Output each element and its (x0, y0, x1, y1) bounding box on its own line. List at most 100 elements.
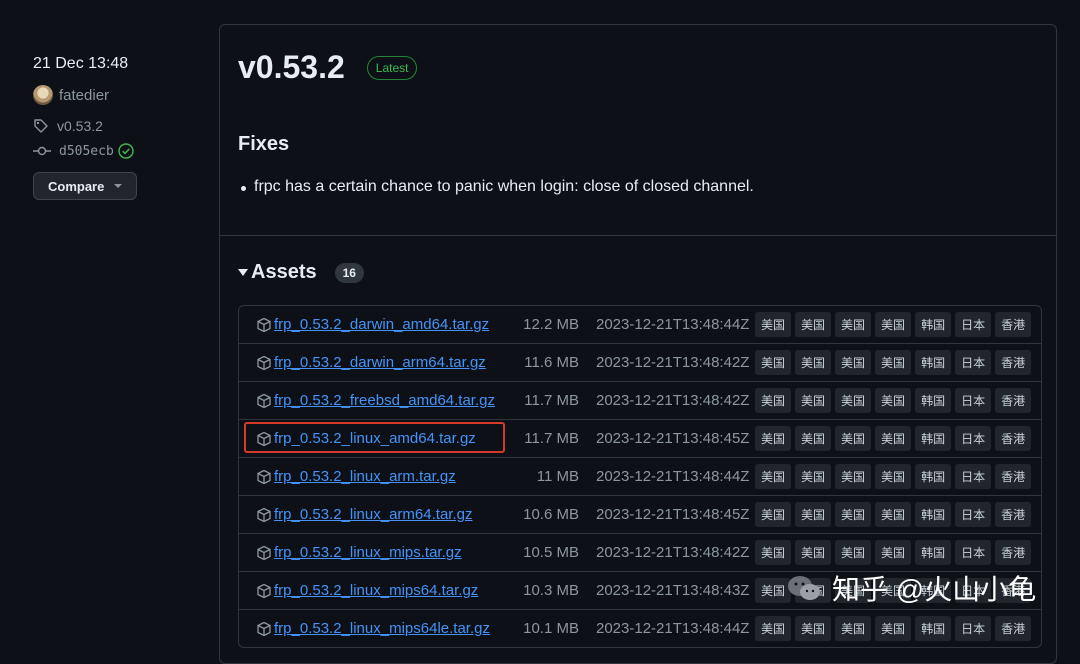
mirror-button[interactable]: 日本 (955, 502, 992, 527)
mirror-button[interactable]: 日本 (955, 312, 992, 337)
mirror-button[interactable]: 日本 (955, 388, 992, 413)
mirror-button[interactable]: 美国 (795, 464, 832, 489)
verified-check-icon (118, 143, 134, 159)
mirror-button[interactable]: 美国 (795, 312, 832, 337)
mirror-button[interactable]: 美国 (835, 540, 872, 565)
mirror-button[interactable]: 美国 (875, 464, 912, 489)
watermark-text: 知乎 @火山小龟 (832, 574, 1037, 605)
asset-row: frp_0.53.2_freebsd_amd64.tar.gz 11.7 MB 20… (239, 382, 1041, 420)
mirror-button[interactable]: 美国 (835, 502, 872, 527)
commit-sha[interactable]: d505ecb (59, 144, 114, 159)
watermark: 知乎 @火山小龟 (786, 568, 1036, 608)
mirror-button[interactable]: 美国 (755, 388, 792, 413)
package-icon (257, 469, 271, 485)
mirror-button[interactable]: 韩国 (915, 464, 952, 489)
asset-timestamp: 2023-12-21T13:48:43Z (596, 582, 750, 599)
mirror-button[interactable]: 韩国 (915, 616, 952, 641)
assets-toggle[interactable]: Assets 16 (238, 261, 364, 284)
mirror-button[interactable]: 美国 (755, 426, 792, 451)
mirror-button[interactable]: 韩国 (915, 388, 952, 413)
mirror-button[interactable]: 美国 (835, 426, 872, 451)
mirror-button[interactable]: 韩国 (915, 312, 952, 337)
mirror-button[interactable]: 美国 (875, 350, 912, 375)
mirror-button[interactable]: 韩国 (915, 426, 952, 451)
asset-row: frp_0.53.2_linux_arm64.tar.gz 10.6 MB 2023… (239, 496, 1041, 534)
disclosure-triangle-icon (238, 269, 248, 276)
compare-button[interactable]: Compare (33, 172, 137, 200)
asset-size: 10.6 MB (523, 506, 579, 523)
mirror-button[interactable]: 美国 (875, 388, 912, 413)
asset-row: frp_0.53.2_linux_mips.tar.gz 10.5 MB 2023-… (239, 534, 1041, 572)
mirror-button[interactable]: 香港 (995, 426, 1032, 451)
mirror-button[interactable]: 香港 (995, 502, 1032, 527)
mirror-button[interactable]: 日本 (955, 426, 992, 451)
mirror-button[interactable]: 美国 (875, 616, 912, 641)
asset-link[interactable]: frp_0.53.2_darwin_arm64.tar.gz (274, 354, 486, 371)
mirror-button[interactable]: 香港 (995, 464, 1032, 489)
asset-size: 10.1 MB (523, 620, 579, 637)
mirror-button[interactable]: 日本 (955, 464, 992, 489)
mirror-button[interactable]: 美国 (795, 388, 832, 413)
mirror-button[interactable]: 香港 (995, 540, 1032, 565)
asset-link[interactable]: frp_0.53.2_linux_mips64.tar.gz (274, 582, 478, 599)
release-date: 21 Dec 13:48 (33, 55, 129, 72)
package-icon (257, 393, 271, 409)
asset-link[interactable]: frp_0.53.2_linux_mips64le.tar.gz (274, 620, 490, 637)
mirror-button[interactable]: 美国 (875, 426, 912, 451)
mirror-button[interactable]: 香港 (995, 616, 1032, 641)
asset-timestamp: 2023-12-21T13:48:45Z (596, 430, 750, 447)
asset-link[interactable]: frp_0.53.2_darwin_amd64.tar.gz (274, 316, 489, 333)
asset-link[interactable]: frp_0.53.2_freebsd_amd64.tar.gz (274, 392, 495, 409)
asset-link[interactable]: frp_0.53.2_linux_mips.tar.gz (274, 544, 462, 561)
mirror-button[interactable]: 美国 (875, 312, 912, 337)
mirror-button[interactable]: 美国 (795, 540, 832, 565)
mirror-button[interactable]: 韩国 (915, 350, 952, 375)
package-icon (257, 583, 271, 599)
assets-heading: Assets (251, 261, 317, 283)
mirror-button[interactable]: 香港 (995, 388, 1032, 413)
author-link[interactable]: fatedier (33, 84, 203, 106)
mirror-button[interactable]: 美国 (795, 616, 832, 641)
avatar (33, 85, 53, 105)
tag-icon (34, 119, 48, 133)
mirror-buttons: 美国美国美国美国韩国日本香港 (755, 616, 1032, 641)
mirror-button[interactable]: 韩国 (915, 502, 952, 527)
author-name[interactable]: fatedier (59, 87, 109, 104)
mirror-button[interactable]: 美国 (835, 616, 872, 641)
mirror-button[interactable]: 香港 (995, 312, 1032, 337)
tag-label[interactable]: v0.53.2 (57, 118, 103, 134)
mirror-button[interactable]: 美国 (875, 540, 912, 565)
mirror-button[interactable]: 美国 (795, 502, 832, 527)
mirror-button[interactable]: 美国 (755, 502, 792, 527)
mirror-button[interactable]: 美国 (755, 350, 792, 375)
asset-timestamp: 2023-12-21T13:48:44Z (596, 620, 750, 637)
asset-timestamp: 2023-12-21T13:48:42Z (596, 544, 750, 561)
mirror-button[interactable]: 美国 (795, 426, 832, 451)
mirror-button[interactable]: 美国 (755, 540, 792, 565)
assets-count-badge: 16 (334, 262, 364, 283)
mirror-button[interactable]: 美国 (755, 464, 792, 489)
mirror-button[interactable]: 美国 (835, 388, 872, 413)
asset-size: 11.6 MB (524, 354, 579, 371)
mirror-button[interactable]: 美国 (795, 350, 832, 375)
tag-link[interactable]: v0.53.2 (33, 116, 203, 136)
mirror-button[interactable]: 美国 (755, 616, 792, 641)
mirror-button[interactable]: 韩国 (915, 540, 952, 565)
asset-link[interactable]: frp_0.53.2_linux_arm.tar.gz (274, 468, 456, 485)
mirror-button[interactable]: 美国 (875, 502, 912, 527)
mirror-button[interactable]: 美国 (835, 312, 872, 337)
package-icon (257, 545, 271, 561)
mirror-button[interactable]: 美国 (835, 350, 872, 375)
asset-timestamp: 2023-12-21T13:48:44Z (596, 316, 750, 333)
mirror-button[interactable]: 美国 (835, 464, 872, 489)
mirror-button[interactable]: 香港 (995, 350, 1032, 375)
mirror-button[interactable]: 日本 (955, 540, 992, 565)
release-title[interactable]: v0.53.2 (238, 49, 345, 86)
commit-link[interactable]: d505ecb (33, 140, 203, 162)
fixes-heading: Fixes (238, 133, 290, 155)
release-sidebar: 21 Dec 13:48 fatedier v0.53.2 d505ecb Co… (33, 52, 203, 200)
mirror-button[interactable]: 美国 (755, 312, 792, 337)
asset-link[interactable]: frp_0.53.2_linux_arm64.tar.gz (274, 506, 472, 523)
mirror-button[interactable]: 日本 (955, 616, 992, 641)
mirror-button[interactable]: 日本 (955, 350, 992, 375)
